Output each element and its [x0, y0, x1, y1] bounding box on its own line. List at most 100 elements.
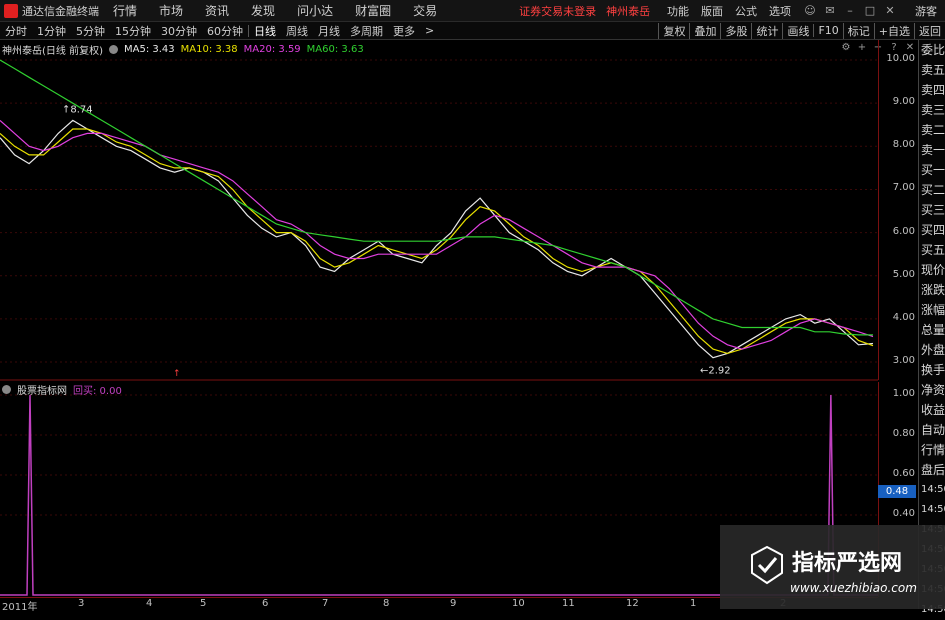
- multi-stock-button[interactable]: 多股: [720, 22, 751, 39]
- mark-button[interactable]: 标记: [842, 22, 874, 39]
- date-tick-label: 11: [562, 598, 575, 609]
- indicator-tick-label: 0.60: [892, 468, 915, 479]
- tab-15min[interactable]: 15分钟: [110, 23, 156, 39]
- menu-item-discover[interactable]: 发现: [251, 2, 275, 19]
- user-icon[interactable]: ☺: [803, 4, 817, 18]
- sidepanel-item[interactable]: 盘后: [919, 460, 945, 480]
- price-annotations: ↑8.74 ←2.92: [62, 104, 731, 376]
- sidepanel-time: 14:50: [921, 484, 945, 495]
- price-tick-label: 7.00: [892, 182, 915, 194]
- watermark-title: 指标严选网: [792, 551, 903, 576]
- menu-item-trade[interactable]: 交易: [413, 2, 437, 19]
- tab-30min[interactable]: 30分钟: [156, 23, 202, 39]
- ma-line-2: [0, 119, 874, 350]
- menubar-tools: 功能 版面 公式 选项 ☺ ✉ – □ ✕ 游客: [667, 0, 945, 21]
- tab-daily[interactable]: 日线: [249, 23, 281, 39]
- menu-item-news[interactable]: 资讯: [205, 2, 229, 19]
- tool-options[interactable]: 选项: [769, 3, 791, 19]
- watermark: 指标严选网 www.xuezhibiao.com: [720, 525, 945, 609]
- sidepanel-item[interactable]: 现价: [919, 260, 945, 280]
- kline-chart[interactable]: ↑8.74 ←2.92 ↑: [0, 40, 878, 609]
- menu-item-market[interactable]: 市场: [159, 2, 183, 19]
- tab-60min[interactable]: 60分钟: [202, 23, 248, 39]
- price-tick-label: 6.00: [892, 225, 915, 237]
- price-grid: [0, 59, 878, 363]
- app-title: 通达信金融终端: [22, 4, 99, 18]
- overlay-button[interactable]: 叠加: [689, 22, 720, 39]
- adjust-button[interactable]: 复权: [658, 22, 689, 39]
- tab-5min[interactable]: 5分钟: [71, 23, 110, 39]
- close-icon[interactable]: ✕: [883, 4, 897, 18]
- chart-title: 神州泰岳(日线 前复权): [2, 45, 103, 57]
- price-tick-label: 8.00: [892, 139, 915, 151]
- sidepanel-item[interactable]: 买一: [919, 160, 945, 180]
- tool-functions[interactable]: 功能: [667, 3, 689, 19]
- sidepanel-item[interactable]: 净资: [919, 380, 945, 400]
- watermark-url: www.xuezhibiao.com: [790, 581, 917, 595]
- menu-item-ask[interactable]: 问小达: [297, 2, 333, 19]
- indicator-settings-icon[interactable]: [2, 385, 11, 394]
- guest-label[interactable]: 游客: [915, 3, 937, 19]
- sidepanel-item[interactable]: 卖五: [919, 60, 945, 80]
- tab-monthly[interactable]: 月线: [313, 23, 345, 39]
- sidepanel-item[interactable]: 卖三: [919, 100, 945, 120]
- maximize-icon[interactable]: □: [863, 4, 877, 18]
- sidepanel-item[interactable]: 委比: [919, 40, 945, 60]
- sidepanel-item[interactable]: 总量: [919, 320, 945, 340]
- date-tick-label: 7: [322, 598, 329, 609]
- sidepanel-item[interactable]: 买二: [919, 180, 945, 200]
- ma5-label: MA5: 3.43: [123, 43, 175, 55]
- statistics-button[interactable]: 统计: [751, 22, 782, 39]
- add-watchlist-button[interactable]: +自选: [873, 22, 914, 39]
- sidepanel-item[interactable]: 买五: [919, 240, 945, 260]
- mail-icon[interactable]: ✉: [823, 4, 837, 18]
- tab-more[interactable]: 更多: [388, 23, 420, 39]
- watermark-logo-icon: [751, 545, 783, 585]
- sidepanel-item[interactable]: 外盘: [919, 340, 945, 360]
- sidepanel-item[interactable]: 买三: [919, 200, 945, 220]
- f10-button[interactable]: F10: [813, 24, 842, 37]
- ma60-label: MA60: 3.63: [306, 43, 364, 55]
- price-tick-label: 3.00: [892, 355, 915, 367]
- ma-series: [0, 59, 874, 359]
- indicator-tick-label: 0.40: [892, 508, 915, 519]
- price-tick-label: 9.00: [892, 96, 915, 108]
- sidepanel-item[interactable]: 涨幅: [919, 300, 945, 320]
- ma10-label: MA10: 3.38: [180, 43, 238, 55]
- tab-multi-period[interactable]: 多周期: [345, 23, 388, 39]
- sidepanel-item[interactable]: 换手: [919, 360, 945, 380]
- tab-weekly[interactable]: 周线: [281, 23, 313, 39]
- date-tick-label: 12: [626, 598, 639, 609]
- chevron-right-icon[interactable]: >: [420, 24, 439, 37]
- sidepanel-item[interactable]: 涨跌: [919, 280, 945, 300]
- menu-item-quotes[interactable]: 行情: [113, 2, 137, 19]
- sidepanel-item[interactable]: 买四: [919, 220, 945, 240]
- price-tick-label: 4.00: [892, 311, 915, 323]
- sidepanel-item[interactable]: 卖二: [919, 120, 945, 140]
- back-button[interactable]: 返回: [914, 22, 945, 39]
- trade-login-notice[interactable]: 证券交易未登录: [519, 3, 596, 19]
- menu-item-wealth[interactable]: 财富圈: [355, 2, 391, 19]
- tab-intraday[interactable]: 分时: [0, 23, 32, 39]
- price-annotation: ↑8.74: [62, 104, 93, 115]
- date-tick-label: 10: [512, 598, 525, 609]
- ma-line-3: [0, 59, 873, 336]
- sidepanel-item[interactable]: 收益: [919, 400, 945, 420]
- ma-line-0: [0, 119, 874, 359]
- sidepanel-item[interactable]: 卖四: [919, 80, 945, 100]
- tool-layout[interactable]: 版面: [701, 3, 723, 19]
- date-tick-label: 5: [200, 598, 207, 609]
- price-tick-label: 10.00: [886, 53, 915, 64]
- date-tick-label: 1: [690, 598, 697, 609]
- zoom-in-icon[interactable]: +: [856, 42, 868, 54]
- sidepanel-item[interactable]: 自动: [919, 420, 945, 440]
- sidepanel-item[interactable]: 卖一: [919, 140, 945, 160]
- drawing-button[interactable]: 画线: [782, 22, 813, 39]
- tab-1min[interactable]: 1分钟: [32, 23, 71, 39]
- tool-formula[interactable]: 公式: [735, 3, 757, 19]
- app-logo-icon: [4, 3, 18, 18]
- settings-dot-icon[interactable]: [108, 44, 118, 54]
- sidepanel-item[interactable]: 行情: [919, 440, 945, 460]
- gear-icon[interactable]: ⚙: [840, 42, 852, 54]
- minimize-icon[interactable]: –: [843, 4, 857, 18]
